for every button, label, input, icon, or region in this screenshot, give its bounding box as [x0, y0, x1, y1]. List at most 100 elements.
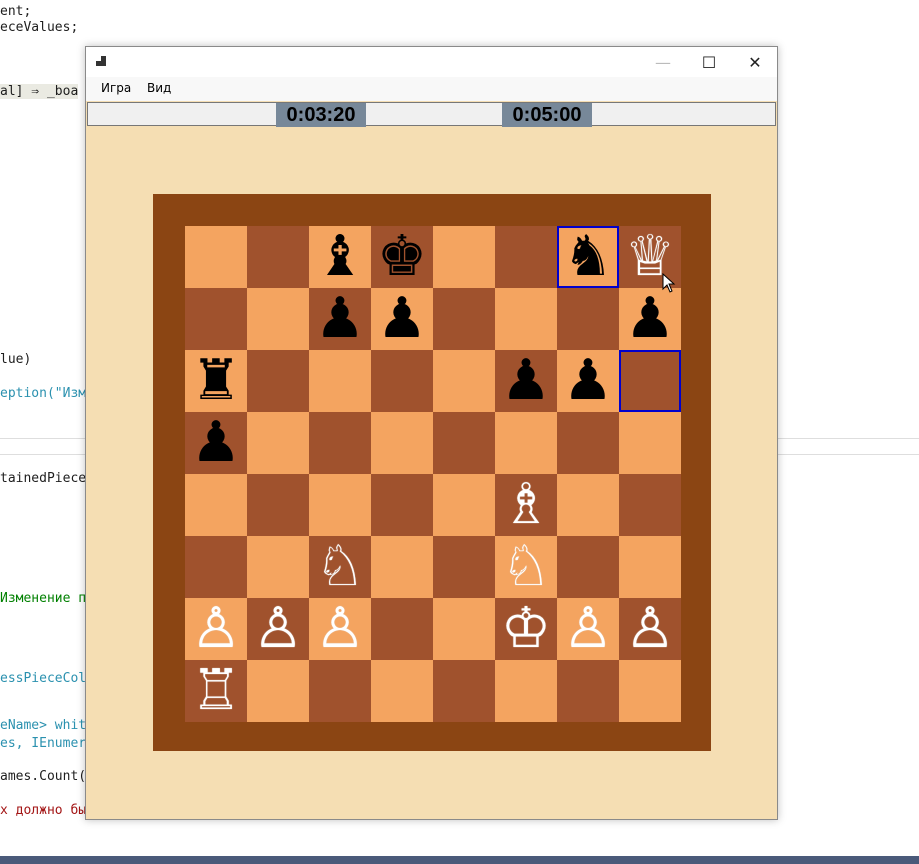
code-line: tainedPiece: [0, 471, 87, 486]
chess-piece[interactable]: ♙: [191, 598, 241, 660]
board-square[interactable]: [557, 474, 619, 536]
board-square[interactable]: ♙: [185, 598, 247, 660]
board-square[interactable]: [495, 226, 557, 288]
board-square[interactable]: [247, 226, 309, 288]
board-square[interactable]: ♟: [309, 288, 371, 350]
board-square[interactable]: [619, 350, 681, 412]
board-square[interactable]: [247, 536, 309, 598]
board-square[interactable]: ♜: [185, 350, 247, 412]
code-line: es, IEnumer: [0, 736, 87, 751]
board-square[interactable]: [309, 660, 371, 722]
chess-piece[interactable]: ♟: [563, 350, 613, 412]
chess-piece[interactable]: ♟: [625, 288, 675, 350]
chess-piece[interactable]: ♟: [501, 350, 551, 412]
board-square[interactable]: [619, 474, 681, 536]
chess-piece[interactable]: ♜: [191, 350, 241, 412]
board-square[interactable]: ♝: [309, 226, 371, 288]
board-square[interactable]: [309, 474, 371, 536]
board-square[interactable]: [433, 598, 495, 660]
board-square[interactable]: [619, 412, 681, 474]
board-square[interactable]: [433, 660, 495, 722]
chess-piece[interactable]: ♙: [625, 598, 675, 660]
board-square[interactable]: [433, 226, 495, 288]
board-square[interactable]: [557, 412, 619, 474]
board-square[interactable]: [371, 412, 433, 474]
code-line: essPieceCol: [0, 671, 87, 686]
black-timer: 0:03:20: [276, 103, 366, 127]
board-square[interactable]: [247, 288, 309, 350]
board-square[interactable]: ♙: [309, 598, 371, 660]
code-highlight: al] ⇒ _boa: [0, 84, 79, 99]
code-line: eceValues;: [0, 20, 79, 35]
title-bar[interactable]: — ☐ ✕: [86, 47, 777, 77]
code-line: eption("Изм: [0, 386, 86, 402]
chess-piece[interactable]: ♖: [191, 660, 241, 722]
board-square[interactable]: [185, 226, 247, 288]
chess-piece[interactable]: ♝: [315, 226, 365, 288]
board-square[interactable]: [557, 660, 619, 722]
board-square[interactable]: ♟: [557, 350, 619, 412]
board-square[interactable]: [247, 660, 309, 722]
chess-piece[interactable]: ♙: [563, 598, 613, 660]
menu-view[interactable]: Вид: [147, 81, 171, 95]
board-square[interactable]: ♟: [185, 412, 247, 474]
board-square[interactable]: ♙: [557, 598, 619, 660]
board-square[interactable]: [371, 350, 433, 412]
chess-piece[interactable]: ♟: [377, 288, 427, 350]
board-square[interactable]: [185, 536, 247, 598]
chess-piece[interactable]: ♞: [563, 226, 613, 288]
app-icon: [96, 56, 108, 68]
board-square[interactable]: [371, 474, 433, 536]
board-square[interactable]: [247, 474, 309, 536]
board-square[interactable]: [433, 288, 495, 350]
board-square[interactable]: [433, 536, 495, 598]
board-square[interactable]: ♘: [495, 536, 557, 598]
board-square[interactable]: ♟: [619, 288, 681, 350]
board-square[interactable]: ♙: [247, 598, 309, 660]
board-square[interactable]: [309, 412, 371, 474]
board-square[interactable]: [557, 536, 619, 598]
timer-panel: 0:03:20 0:05:00: [87, 102, 776, 127]
minimize-button[interactable]: —: [640, 47, 686, 77]
chess-piece[interactable]: ♘: [501, 536, 551, 598]
board-square[interactable]: [433, 350, 495, 412]
board-square[interactable]: [495, 660, 557, 722]
board-square[interactable]: [247, 412, 309, 474]
chess-piece[interactable]: ♗: [501, 474, 551, 536]
menu-game[interactable]: Игра: [101, 81, 131, 95]
board-square[interactable]: ♟: [371, 288, 433, 350]
board-square[interactable]: [433, 412, 495, 474]
board-square[interactable]: [371, 598, 433, 660]
board-square[interactable]: [495, 288, 557, 350]
board-square[interactable]: [309, 350, 371, 412]
chess-piece[interactable]: ♘: [315, 536, 365, 598]
chess-piece[interactable]: ♟: [191, 412, 241, 474]
board-square[interactable]: ♘: [309, 536, 371, 598]
board-square[interactable]: ♟: [495, 350, 557, 412]
chess-piece[interactable]: ♚: [377, 226, 427, 288]
board-square[interactable]: ♔: [495, 598, 557, 660]
taskbar: [0, 856, 919, 864]
board-square[interactable]: ♖: [185, 660, 247, 722]
board-square[interactable]: [619, 536, 681, 598]
chess-piece[interactable]: ♟: [315, 288, 365, 350]
board-square[interactable]: [433, 474, 495, 536]
chess-piece[interactable]: ♙: [253, 598, 303, 660]
board-square[interactable]: ♞: [557, 226, 619, 288]
chess-piece[interactable]: ♔: [501, 598, 551, 660]
board-square[interactable]: [619, 660, 681, 722]
board-square[interactable]: ♙: [619, 598, 681, 660]
close-button[interactable]: ✕: [732, 47, 778, 77]
board-square[interactable]: ♚: [371, 226, 433, 288]
maximize-button[interactable]: ☐: [686, 47, 732, 77]
board-square[interactable]: [371, 536, 433, 598]
board-square[interactable]: [557, 288, 619, 350]
board-square[interactable]: [185, 288, 247, 350]
board-square[interactable]: ♗: [495, 474, 557, 536]
board-square[interactable]: [495, 412, 557, 474]
mouse-cursor-icon: [662, 273, 676, 293]
chess-piece[interactable]: ♙: [315, 598, 365, 660]
board-square[interactable]: [247, 350, 309, 412]
board-square[interactable]: [185, 474, 247, 536]
board-square[interactable]: [371, 660, 433, 722]
